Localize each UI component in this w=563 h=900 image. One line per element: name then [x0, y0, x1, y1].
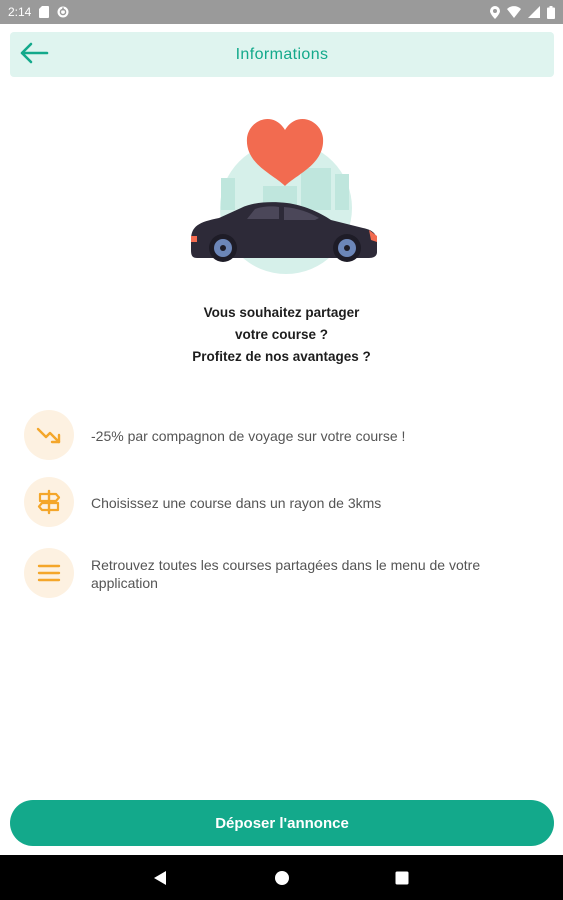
- battery-icon: [547, 5, 555, 19]
- feature-item-discount: -25% par compagnon de voyage sur votre c…: [24, 410, 544, 460]
- intro-line-1: Vous souhaitez partager: [203, 305, 360, 320]
- sd-card-icon: [39, 6, 50, 18]
- wifi-icon: [507, 6, 521, 18]
- feature-text: Retrouvez toutes les courses partagées d…: [91, 557, 481, 591]
- feature-item-radius: Choisissez une course dans un rayon de 3…: [24, 477, 544, 527]
- intro-line-2: votre course ?: [234, 327, 329, 342]
- signal-icon: [528, 6, 540, 18]
- feature-item-menu: Retrouvez toutes les courses partagées d…: [24, 548, 544, 598]
- menu-icon: [24, 548, 74, 598]
- app-header: Informations: [10, 32, 554, 77]
- status-time: 2:14: [8, 5, 32, 19]
- navigation-bar: [0, 855, 563, 900]
- intro-line-3: Profitez de nos avantages ?: [192, 349, 371, 364]
- feature-text: Choisissez une course dans un rayon de 3…: [91, 495, 382, 511]
- page-title: Informations: [235, 46, 329, 63]
- feature-text: -25% par compagnon de voyage sur votre c…: [91, 428, 406, 444]
- trending-down-icon: [24, 410, 74, 460]
- status-right: [490, 5, 555, 19]
- car-sharing-illustration: [183, 108, 383, 278]
- back-triangle-icon[interactable]: [150, 868, 170, 888]
- location-icon: [490, 5, 500, 19]
- signpost-icon: [24, 477, 74, 527]
- recents-square-icon[interactable]: [392, 868, 412, 888]
- status-bar: 2:14: [0, 0, 563, 24]
- status-left: 2:14: [8, 5, 69, 19]
- submit-ad-button[interactable]: Déposer l'annonce: [10, 800, 554, 846]
- home-circle-icon[interactable]: [272, 868, 292, 888]
- intro-text: Vous souhaitez partager votre course ? P…: [120, 302, 443, 368]
- sync-icon: [57, 6, 69, 18]
